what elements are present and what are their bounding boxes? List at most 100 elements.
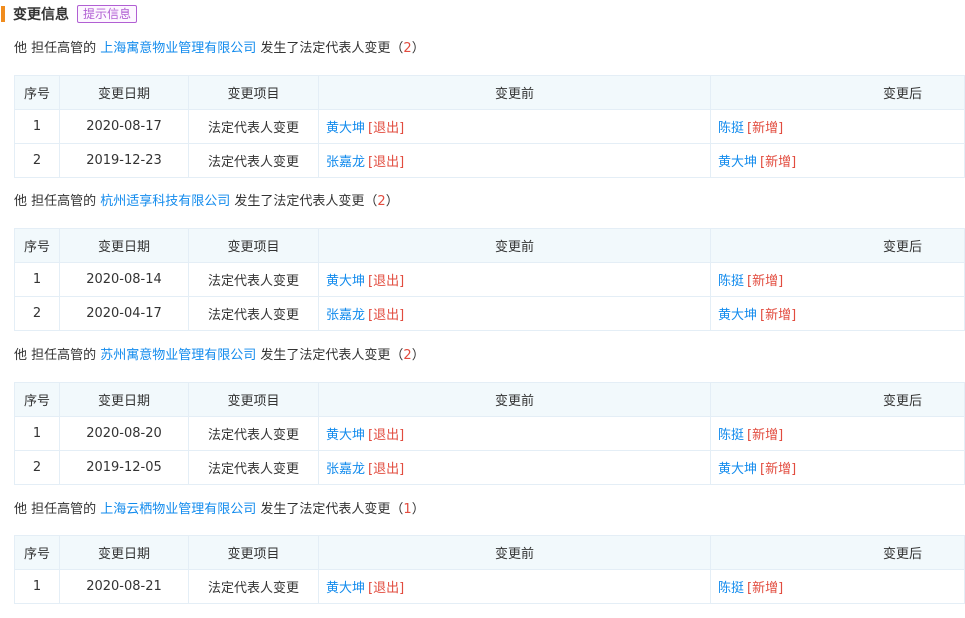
row-date: 2020-08-14 (59, 262, 189, 297)
col-index: 序号 (14, 382, 60, 417)
new-tag: [新增] (747, 581, 784, 596)
row-date: 2020-04-17 (59, 296, 189, 331)
company-link[interactable]: 杭州适享科技有限公司 (100, 194, 230, 209)
col-before: 变更前 (318, 535, 711, 570)
col-before: 变更前 (318, 382, 711, 417)
person-link[interactable]: 张嘉龙 (326, 462, 365, 477)
row-after: 黄大坤 [新增] (710, 143, 965, 178)
summary-suffix: 发生了法定代表人变更（ (256, 41, 404, 56)
row-before: 黄大坤 [退出] (318, 109, 711, 144)
table-row: 2 2019-12-23 法定代表人变更 张嘉龙 [退出] 黄大坤 [新增] (14, 143, 965, 178)
person-link[interactable]: 黄大坤 (718, 462, 757, 477)
row-after: 陈挺 [新增] (710, 109, 965, 144)
summary-close: ） (385, 194, 399, 209)
summary-suffix: 发生了法定代表人变更（ (256, 348, 404, 363)
col-item: 变更项目 (188, 75, 319, 110)
table-row: 1 2020-08-21 法定代表人变更 黄大坤 [退出] 陈挺 [新增] (14, 569, 965, 604)
table-row: 1 2020-08-20 法定代表人变更 黄大坤 [退出] 陈挺 [新增] (14, 416, 965, 451)
company-link[interactable]: 上海云栖物业管理有限公司 (100, 502, 256, 517)
person-link[interactable]: 黄大坤 (718, 308, 757, 323)
table-row: 2 2019-12-05 法定代表人变更 张嘉龙 [退出] 黄大坤 [新增] (14, 450, 965, 485)
person-link[interactable]: 黄大坤 (718, 155, 757, 170)
summary-close: ） (411, 41, 425, 56)
exit-tag: [退出] (368, 121, 405, 136)
row-date: 2020-08-21 (59, 569, 189, 604)
col-date: 变更日期 (59, 535, 189, 570)
row-index: 2 (14, 296, 60, 331)
row-date: 2019-12-05 (59, 450, 189, 485)
col-date: 变更日期 (59, 75, 189, 110)
change-count: 2 (403, 348, 412, 363)
col-after: 变更后 (710, 382, 965, 417)
change-summary: 他 担任高管的 苏州寓意物业管理有限公司 发生了法定代表人变更（2） (14, 347, 425, 365)
col-after: 变更后 (710, 228, 965, 263)
col-before: 变更前 (318, 75, 711, 110)
company-link[interactable]: 上海寓意物业管理有限公司 (100, 41, 256, 56)
company-link[interactable]: 苏州寓意物业管理有限公司 (100, 348, 256, 363)
table-row: 2 2020-04-17 法定代表人变更 张嘉龙 [退出] 黄大坤 [新增] (14, 296, 965, 331)
col-item: 变更项目 (188, 228, 319, 263)
summary-prefix: 他 担任高管的 (14, 348, 101, 363)
exit-tag: [退出] (368, 155, 405, 170)
row-after: 黄大坤 [新增] (710, 296, 965, 331)
table-header-row: 序号 变更日期 变更项目 变更前 变更后 (14, 228, 965, 263)
row-index: 2 (14, 143, 60, 178)
new-tag: [新增] (747, 274, 784, 289)
table-row: 1 2020-08-14 法定代表人变更 黄大坤 [退出] 陈挺 [新增] (14, 262, 965, 297)
summary-prefix: 他 担任高管的 (14, 502, 101, 517)
summary-prefix: 他 担任高管的 (14, 194, 101, 209)
section-header: 变更信息 提示信息 (0, 5, 138, 23)
person-link[interactable]: 张嘉龙 (326, 308, 365, 323)
row-date: 2019-12-23 (59, 143, 189, 178)
col-date: 变更日期 (59, 382, 189, 417)
col-item: 变更项目 (188, 535, 319, 570)
exit-tag: [退出] (368, 581, 405, 596)
row-after: 陈挺 [新增] (710, 416, 965, 451)
row-item: 法定代表人变更 (188, 262, 319, 297)
person-link[interactable]: 黄大坤 (326, 274, 365, 289)
tip-info-button[interactable]: 提示信息 (77, 5, 138, 23)
col-index: 序号 (14, 228, 60, 263)
table-header-row: 序号 变更日期 变更项目 变更前 变更后 (14, 75, 965, 110)
exit-tag: [退出] (368, 462, 405, 477)
summary-close: ） (411, 502, 425, 517)
col-after: 变更后 (710, 535, 965, 570)
new-tag: [新增] (760, 308, 797, 323)
change-count: 1 (403, 502, 412, 517)
summary-suffix: 发生了法定代表人变更（ (230, 194, 378, 209)
row-item: 法定代表人变更 (188, 109, 319, 144)
col-index: 序号 (14, 75, 60, 110)
change-table: 序号 变更日期 变更项目 变更前 变更后 1 2020-08-20 法定代表人变… (14, 382, 965, 485)
row-item: 法定代表人变更 (188, 416, 319, 451)
row-item: 法定代表人变更 (188, 450, 319, 485)
change-summary: 他 担任高管的 上海云栖物业管理有限公司 发生了法定代表人变更（1） (14, 501, 425, 519)
exit-tag: [退出] (368, 308, 405, 323)
person-link[interactable]: 陈挺 (718, 428, 744, 443)
person-link[interactable]: 黄大坤 (326, 581, 365, 596)
change-table: 序号 变更日期 变更项目 变更前 变更后 1 2020-08-14 法定代表人变… (14, 228, 965, 331)
row-date: 2020-08-17 (59, 109, 189, 144)
change-summary: 他 担任高管的 上海寓意物业管理有限公司 发生了法定代表人变更（2） (14, 40, 425, 58)
row-before: 张嘉龙 [退出] (318, 143, 711, 178)
person-link[interactable]: 陈挺 (718, 581, 744, 596)
table-header-row: 序号 变更日期 变更项目 变更前 变更后 (14, 535, 965, 570)
section-title: 变更信息 (13, 7, 69, 23)
summary-prefix: 他 担任高管的 (14, 41, 101, 56)
col-after: 变更后 (710, 75, 965, 110)
change-count: 2 (403, 41, 412, 56)
person-link[interactable]: 黄大坤 (326, 121, 365, 136)
person-link[interactable]: 黄大坤 (326, 428, 365, 443)
exit-tag: [退出] (368, 428, 405, 443)
row-item: 法定代表人变更 (188, 143, 319, 178)
person-link[interactable]: 陈挺 (718, 121, 744, 136)
exit-tag: [退出] (368, 274, 405, 289)
person-link[interactable]: 陈挺 (718, 274, 744, 289)
change-table: 序号 变更日期 变更项目 变更前 变更后 1 2020-08-17 法定代表人变… (14, 75, 965, 178)
row-index: 1 (14, 569, 60, 604)
person-link[interactable]: 张嘉龙 (326, 155, 365, 170)
table-row: 1 2020-08-17 法定代表人变更 黄大坤 [退出] 陈挺 [新增] (14, 109, 965, 144)
new-tag: [新增] (760, 462, 797, 477)
col-item: 变更项目 (188, 382, 319, 417)
row-before: 黄大坤 [退出] (318, 262, 711, 297)
row-before: 黄大坤 [退出] (318, 569, 711, 604)
